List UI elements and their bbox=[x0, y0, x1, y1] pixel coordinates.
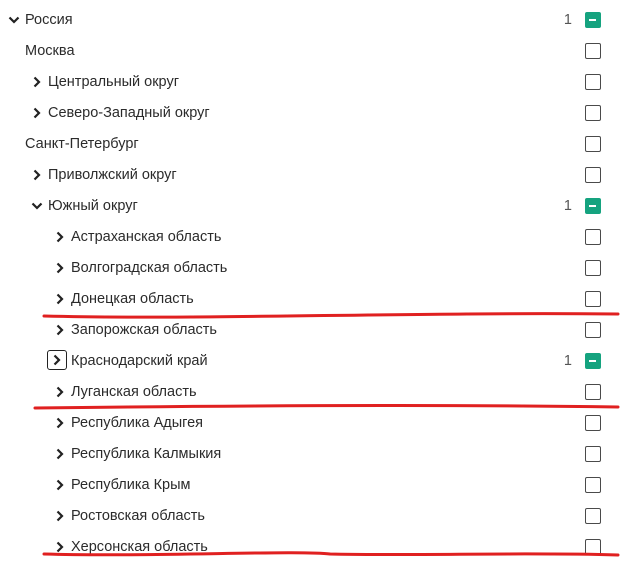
tree-row-volga[interactable]: Приволжский округ bbox=[0, 160, 640, 191]
tree-row-russia[interactable]: Россия 1 bbox=[0, 5, 640, 36]
tree-item-label: Донецкая область bbox=[71, 291, 194, 307]
tree-row-central[interactable]: Центральный округ bbox=[0, 67, 640, 98]
checkbox[interactable] bbox=[585, 291, 601, 307]
tree-item-label: Россия bbox=[25, 12, 73, 28]
tree-item-label: Республика Адыгея bbox=[71, 415, 204, 431]
checkbox[interactable] bbox=[585, 539, 601, 555]
chevron-right-icon[interactable] bbox=[29, 74, 45, 90]
checkbox[interactable] bbox=[585, 446, 601, 462]
tree-row-moscow[interactable]: Москва bbox=[0, 36, 640, 67]
tree-item-label: Северо-Западный округ bbox=[48, 105, 210, 121]
checkbox[interactable] bbox=[585, 167, 601, 183]
tree-item-label: Центральный округ bbox=[48, 74, 179, 90]
chevron-right-icon[interactable] bbox=[52, 384, 68, 400]
tree-row-luhansk[interactable]: Луганская область bbox=[0, 377, 640, 408]
tree-row-south[interactable]: Южный округ 1 bbox=[0, 191, 640, 222]
tree-item-label: Республика Крым bbox=[71, 477, 191, 493]
chevron-right-icon[interactable] bbox=[52, 446, 68, 462]
checkbox[interactable] bbox=[585, 105, 601, 121]
checkbox[interactable] bbox=[585, 260, 601, 276]
checkbox[interactable] bbox=[585, 415, 601, 431]
tree-row-northwest[interactable]: Северо-Западный округ bbox=[0, 98, 640, 129]
chevron-right-icon[interactable] bbox=[52, 508, 68, 524]
tree-item-label: Запорожская область bbox=[71, 322, 217, 338]
chevron-down-icon[interactable] bbox=[29, 198, 45, 214]
checkbox[interactable] bbox=[585, 508, 601, 524]
checkbox[interactable] bbox=[585, 74, 601, 90]
chevron-right-icon[interactable] bbox=[52, 291, 68, 307]
chevron-right-icon[interactable] bbox=[52, 539, 68, 555]
chevron-right-icon[interactable] bbox=[52, 260, 68, 276]
tree-row-donetsk[interactable]: Донецкая область bbox=[0, 284, 640, 315]
tree-row-spb[interactable]: Санкт-Петербург bbox=[0, 129, 640, 160]
checkbox[interactable] bbox=[585, 384, 601, 400]
checkbox-partial[interactable] bbox=[585, 12, 601, 28]
tree-row-kalmykia[interactable]: Республика Калмыкия bbox=[0, 439, 640, 470]
tree-item-label: Южный округ bbox=[48, 198, 138, 214]
tree-row-volgograd[interactable]: Волгоградская область bbox=[0, 253, 640, 284]
tree-row-kherson[interactable]: Херсонская область bbox=[0, 532, 640, 563]
tree-row-astrakhan[interactable]: Астраханская область bbox=[0, 222, 640, 253]
checkbox[interactable] bbox=[585, 136, 601, 152]
tree-item-label: Санкт-Петербург bbox=[25, 136, 139, 152]
selected-count: 1 bbox=[563, 353, 572, 369]
tree-item-label: Москва bbox=[25, 43, 75, 59]
tree-item-label: Астраханская область bbox=[71, 229, 222, 245]
region-tree: Россия 1 Москва Центральный округ Северо… bbox=[0, 0, 640, 565]
tree-item-label: Херсонская область bbox=[71, 539, 208, 555]
selected-count: 1 bbox=[563, 12, 572, 28]
tree-item-label: Волгоградская область bbox=[71, 260, 228, 276]
checkbox-partial[interactable] bbox=[585, 198, 601, 214]
chevron-right-icon[interactable] bbox=[52, 229, 68, 245]
tree-item-label: Краснодарский край bbox=[71, 353, 208, 369]
chevron-right-icon[interactable] bbox=[29, 167, 45, 183]
tree-row-zaporizhzhia[interactable]: Запорожская область bbox=[0, 315, 640, 346]
tree-row-crimea[interactable]: Республика Крым bbox=[0, 470, 640, 501]
checkbox[interactable] bbox=[585, 477, 601, 493]
tree-row-adygea[interactable]: Республика Адыгея bbox=[0, 408, 640, 439]
checkbox-partial[interactable] bbox=[585, 353, 601, 369]
chevron-right-icon[interactable] bbox=[52, 415, 68, 431]
tree-item-label: Луганская область bbox=[71, 384, 197, 400]
tree-row-krasnodar[interactable]: Краснодарский край 1 bbox=[0, 346, 640, 377]
chevron-right-icon[interactable] bbox=[52, 322, 68, 338]
chevron-right-icon[interactable] bbox=[52, 477, 68, 493]
tree-row-rostov[interactable]: Ростовская область bbox=[0, 501, 640, 532]
checkbox[interactable] bbox=[585, 229, 601, 245]
chevron-down-icon[interactable] bbox=[6, 12, 22, 28]
checkbox[interactable] bbox=[585, 322, 601, 338]
chevron-right-icon[interactable] bbox=[29, 105, 45, 121]
checkbox[interactable] bbox=[585, 43, 601, 59]
selected-count: 1 bbox=[563, 198, 572, 214]
chevron-right-icon[interactable] bbox=[47, 350, 67, 370]
tree-item-label: Приволжский округ bbox=[48, 167, 177, 183]
tree-item-label: Республика Калмыкия bbox=[71, 446, 222, 462]
tree-item-label: Ростовская область bbox=[71, 508, 205, 524]
